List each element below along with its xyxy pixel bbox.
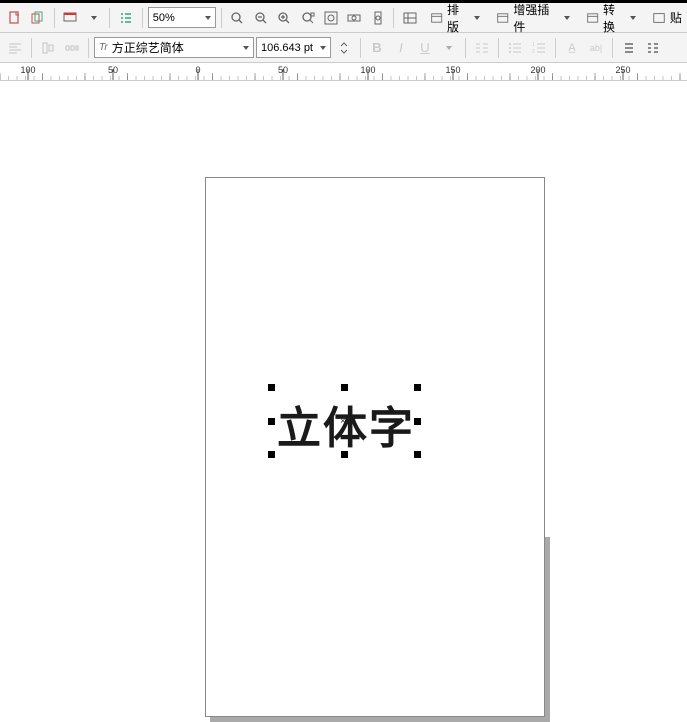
svg-text:2: 2 (532, 49, 535, 55)
zoom-tool-button[interactable] (227, 7, 248, 29)
selection-handle-bl[interactable] (268, 451, 275, 458)
bullet-list-button (504, 37, 526, 59)
align-left-button (4, 37, 26, 59)
selection-handle-tc[interactable] (341, 384, 348, 391)
selection-handle-tr[interactable] (414, 384, 421, 391)
horizontal-ruler[interactable]: 100 50 0 50 100 150 200 250 (0, 63, 687, 81)
font-name-text: 方正综艺简体 (112, 39, 184, 56)
enhance-menu-label: 增强插件 (513, 1, 559, 35)
layout-menu-button[interactable]: 排版 (423, 7, 487, 29)
chevron-down-icon (564, 16, 570, 20)
svg-text:50: 50 (108, 65, 118, 75)
chevron-down-icon (474, 16, 480, 20)
dropcap-button: A̲ (561, 37, 583, 59)
chevron-down-icon (630, 16, 636, 20)
form-button[interactable] (399, 7, 420, 29)
list-button[interactable] (115, 7, 136, 29)
underline-dd-button (438, 37, 460, 59)
selection-handle-tl[interactable] (268, 384, 275, 391)
svg-text:0: 0 (195, 65, 200, 75)
svg-text:1: 1 (532, 42, 535, 48)
enhance-menu-button[interactable]: 增强插件 (489, 7, 577, 29)
selection-handle-ml[interactable] (268, 418, 275, 425)
bold-button: B (366, 37, 388, 59)
layout-menu-label: 排版 (447, 1, 470, 35)
zoom-page-button[interactable] (320, 7, 341, 29)
copy-doc-button[interactable] (27, 7, 48, 29)
font-engine-icon: Tr (99, 42, 108, 53)
slide-button[interactable] (60, 7, 81, 29)
toolbar-main: 50% 排版 增强插件 转换 贴 (0, 3, 687, 33)
selection-handle-bc[interactable] (341, 451, 348, 458)
new-doc-button[interactable] (4, 7, 25, 29)
paste-menu-label: 贴 (670, 9, 682, 26)
zoom-height-button[interactable] (367, 7, 388, 29)
chevron-down-icon (205, 16, 211, 20)
zoom-width-button[interactable] (344, 7, 365, 29)
toolbar-text: Tr 方正综艺简体 106.643 pt B I U 12 A̲ ab| (0, 33, 687, 63)
italic-button: I (390, 37, 412, 59)
number-list-button: 12 (528, 37, 550, 59)
zoom-value: 50% (153, 12, 175, 24)
slide-dd-button[interactable] (83, 7, 104, 29)
svg-text:150: 150 (445, 65, 460, 75)
chevron-down-icon (243, 46, 249, 50)
canvas[interactable]: 立体字 × (0, 82, 687, 537)
distribute-button (61, 37, 83, 59)
paragraph-button[interactable] (642, 37, 664, 59)
svg-text:50: 50 (278, 65, 288, 75)
size-stepper-button[interactable] (333, 37, 355, 59)
font-size-text: 106.643 pt (261, 42, 313, 54)
align-obj-button (37, 37, 59, 59)
line-spacing-button[interactable] (618, 37, 640, 59)
svg-text:250: 250 (615, 65, 630, 75)
svg-text:200: 200 (530, 65, 545, 75)
convert-menu-button[interactable]: 转换 (579, 7, 643, 29)
zoom-fit-button[interactable] (297, 7, 318, 29)
font-size-input[interactable]: 106.643 pt (256, 37, 331, 58)
selection-handle-mr[interactable] (414, 418, 421, 425)
text-effect-button: ab| (585, 37, 607, 59)
underline-button: U (414, 37, 436, 59)
zoom-out-button[interactable] (250, 7, 271, 29)
paste-menu-button[interactable]: 贴 (645, 7, 683, 29)
canvas-text-object[interactable]: 立体字 (277, 392, 415, 456)
font-family-input[interactable]: Tr 方正综艺简体 (94, 37, 254, 58)
svg-text:100: 100 (360, 65, 375, 75)
chevron-down-icon (320, 46, 326, 50)
indent-button (471, 37, 493, 59)
selection-center-icon: × (340, 416, 346, 427)
zoom-input[interactable]: 50% (148, 7, 216, 28)
convert-menu-label: 转换 (603, 1, 626, 35)
svg-text:100: 100 (20, 65, 35, 75)
zoom-in-button[interactable] (273, 7, 294, 29)
selection-handle-br[interactable] (414, 451, 421, 458)
